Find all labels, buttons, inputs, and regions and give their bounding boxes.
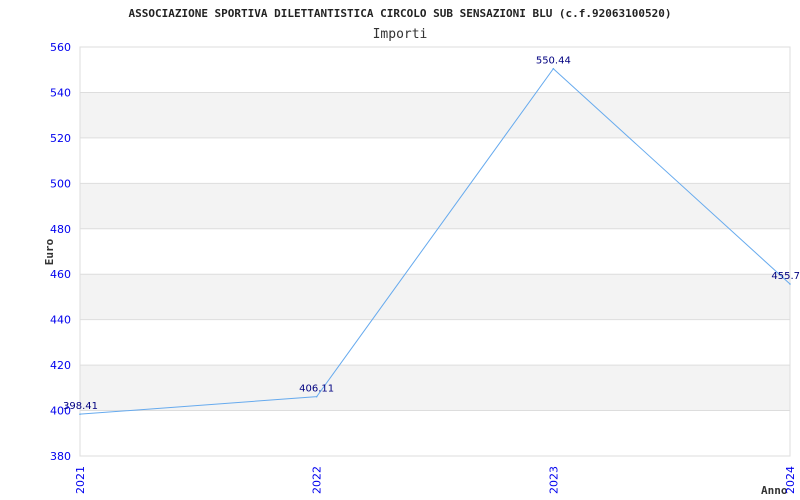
grid-band	[80, 92, 790, 138]
data-point	[315, 395, 318, 398]
data-label: 406.11	[299, 384, 334, 395]
x-tick-label: 2024	[784, 466, 797, 494]
y-tick-label: 540	[50, 86, 71, 99]
data-point	[789, 283, 791, 285]
x-tick-label: 2022	[311, 466, 324, 494]
y-tick-label: 480	[50, 223, 71, 236]
x-tick-label: 2023	[547, 466, 560, 494]
x-tick-label: 2021	[74, 466, 87, 494]
chart-title: ASSOCIAZIONE SPORTIVA DILETTANTISTICA CI…	[128, 7, 671, 20]
y-axis-label: Euro	[43, 238, 56, 265]
y-tick-label: 460	[50, 268, 71, 281]
grid-band	[80, 365, 790, 411]
grid-band	[80, 274, 790, 320]
grid-band	[80, 183, 790, 229]
y-tick-label: 420	[50, 359, 71, 372]
line-chart: ASSOCIAZIONE SPORTIVA DILETTANTISTICA CI…	[43, 7, 800, 497]
data-label: 455.7	[771, 271, 800, 282]
data-point	[552, 67, 555, 70]
y-tick-label: 560	[50, 41, 71, 54]
data-label: 550.44	[536, 56, 571, 67]
y-tick-label: 520	[50, 132, 71, 145]
chart-subtitle: Importi	[373, 27, 428, 42]
y-tick-label: 380	[50, 450, 71, 463]
y-tick-label: 440	[50, 314, 71, 327]
data-label: 398.41	[63, 401, 98, 412]
data-point	[79, 413, 81, 415]
y-tick-label: 500	[50, 177, 71, 190]
